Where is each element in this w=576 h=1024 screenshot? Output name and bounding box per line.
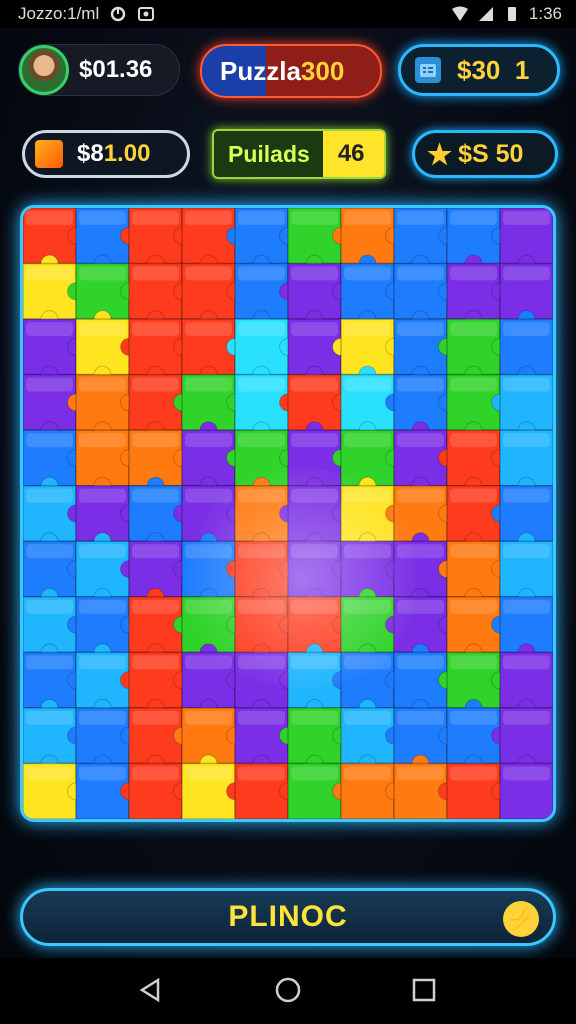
wallet-icon (415, 57, 441, 83)
wallet-pill[interactable]: $30 1 (398, 44, 560, 96)
stars-pill[interactable]: ★ $S 50 (412, 130, 558, 178)
recents-icon[interactable] (410, 976, 438, 1004)
puzzle-piece[interactable] (499, 707, 553, 773)
puzzle-board[interactable] (20, 205, 556, 822)
puzzle-piece[interactable] (499, 651, 553, 717)
status-time: 1:36 (528, 4, 562, 23)
title-pill[interactable]: Puzzla 300 (200, 44, 382, 98)
back-icon[interactable] (136, 976, 164, 1004)
play-button-label: PLINOC (228, 900, 348, 933)
home-icon[interactable] (274, 976, 302, 1004)
puzzle-piece[interactable] (499, 762, 553, 819)
coin-icon (35, 140, 63, 168)
puzzle-piece[interactable] (499, 540, 553, 606)
status-bar: Jozzo:1/ml 1:36 (0, 0, 576, 28)
pieces-value: 46 (337, 140, 365, 167)
play-button[interactable]: PLINOC ⚡ (20, 888, 556, 946)
battery-icon (507, 7, 516, 21)
lightning-icon: ⚡ (503, 901, 539, 937)
puzzle-piece[interactable] (499, 208, 553, 273)
pieces-label: Puilads (228, 140, 310, 167)
wallet-value: $30 1 (457, 54, 530, 85)
wifi-icon (451, 6, 468, 21)
star-icon: ★ (427, 138, 453, 170)
puzzle-piece[interactable] (499, 484, 553, 551)
notification-icon (138, 7, 155, 21)
pieces-counter: Puilads 46 (212, 129, 386, 179)
avatar[interactable] (19, 45, 69, 95)
balance-pill[interactable]: $01.36 (18, 44, 180, 96)
puzzle-piece[interactable] (499, 318, 553, 384)
title-value: 300 (300, 55, 345, 86)
status-left-text: Jozzo:1/ml (18, 4, 100, 23)
puzzle-piece[interactable] (499, 373, 553, 440)
puzzle-piece[interactable] (499, 262, 553, 329)
signal-icon (478, 7, 493, 21)
balance-value: $01.36 (79, 56, 153, 83)
title-label: Puzzla (220, 55, 301, 86)
stars-value: $S 50 (458, 139, 524, 168)
navigation-bar (0, 958, 576, 1024)
coins-pill[interactable]: $81.00 (22, 130, 190, 178)
puzzle-piece[interactable] (499, 596, 553, 662)
puzzle-grid[interactable] (23, 208, 553, 819)
sync-icon (111, 6, 126, 22)
game-screen: Jozzo:1/ml 1:36 $01.36 Puzzla 300 $30 1 … (0, 0, 576, 1024)
puzzle-piece[interactable] (499, 429, 553, 495)
coins-value: $81.00 (77, 140, 151, 167)
